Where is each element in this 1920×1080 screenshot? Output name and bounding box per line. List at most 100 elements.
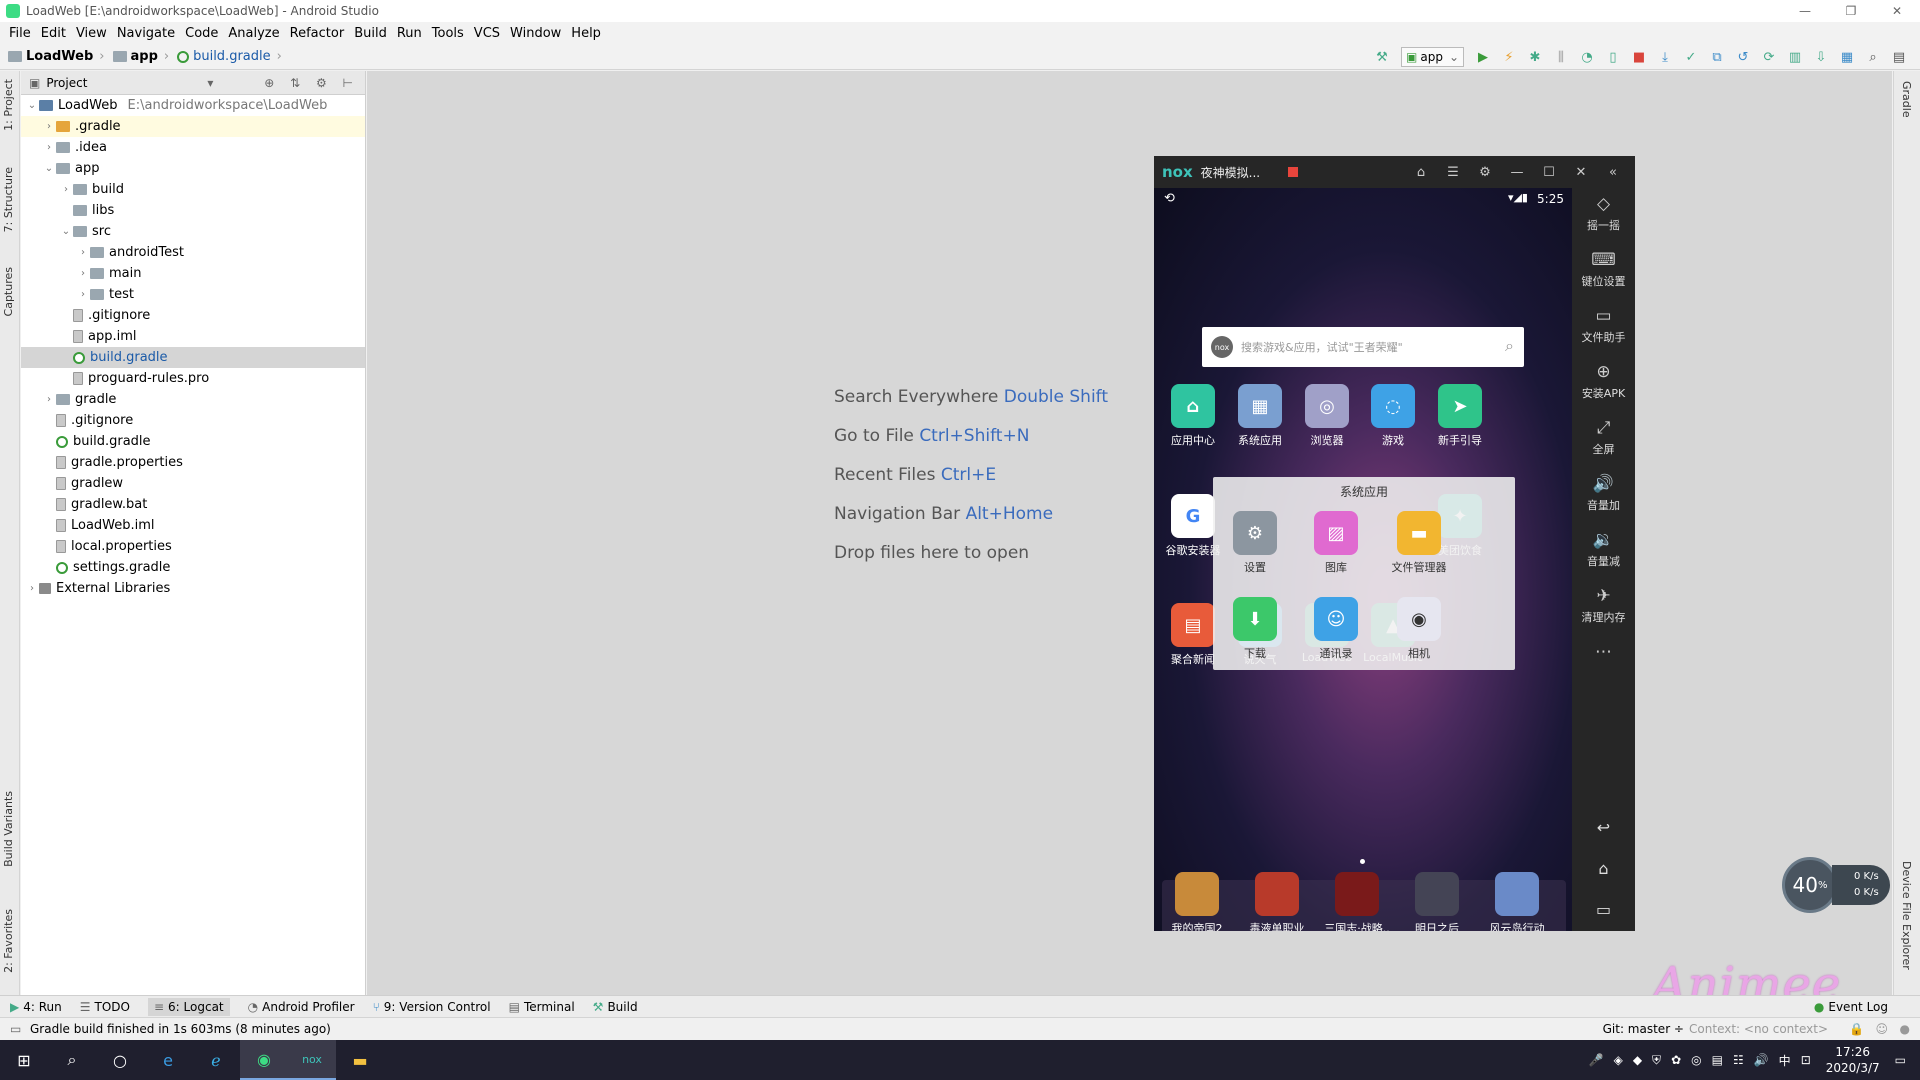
inspector-icon[interactable]: ☺	[1875, 1022, 1888, 1036]
menu-build[interactable]: Build	[354, 26, 387, 41]
shield-icon[interactable]: ⛨	[1652, 1053, 1661, 1068]
edge-browser-icon[interactable]: e	[144, 1040, 192, 1080]
tree-item[interactable]: › External Libraries	[21, 578, 365, 599]
emu-close-icon[interactable]: ✕	[1565, 165, 1597, 180]
nox-taskbar-icon[interactable]: nox	[288, 1040, 336, 1080]
folder-app[interactable]: ◉ 相机	[1383, 597, 1455, 661]
tree-item[interactable]: › test	[21, 284, 365, 305]
emulator-side-button[interactable]: 🔊 音量加	[1572, 474, 1635, 513]
tree-item[interactable]: build.gradle	[21, 431, 365, 452]
collapse-sidebar-icon[interactable]: «	[1597, 165, 1629, 180]
vcs-commit-icon[interactable]: ✓	[1680, 47, 1702, 67]
run-icon[interactable]: ▶	[1472, 47, 1494, 67]
stop-icon[interactable]: ■	[1628, 47, 1650, 67]
emulator-side-button[interactable]: ◇ 摇一摇	[1572, 194, 1635, 233]
notifications-icon[interactable]: ●	[1900, 1022, 1910, 1036]
tree-item[interactable]: › .idea	[21, 137, 365, 158]
chevron-down-icon[interactable]: ⌄	[42, 163, 56, 174]
android-studio-taskbar-icon[interactable]: ◉	[240, 1040, 288, 1080]
dock-app[interactable]: 明日之后	[1402, 872, 1472, 931]
emulator-side-button[interactable]: ✈ 清理内存	[1572, 586, 1635, 625]
close-button[interactable]: ✕	[1874, 0, 1920, 22]
folder-app[interactable]: ▬ 文件管理器	[1383, 511, 1455, 575]
chevron-right-icon[interactable]: ›	[42, 142, 56, 153]
emulator-side-button[interactable]: ⌨ 键位设置	[1572, 250, 1635, 289]
home-app[interactable]: ◌ 游戏	[1358, 384, 1428, 448]
emu-maximize-icon[interactable]: ☐	[1533, 165, 1565, 180]
tree-item[interactable]: libs	[21, 200, 365, 221]
menu-tools[interactable]: Tools	[432, 26, 464, 41]
tree-item[interactable]: gradlew	[21, 473, 365, 494]
chevron-right-icon[interactable]: ›	[25, 583, 39, 594]
windows-start-icon[interactable]: ⊞	[0, 1040, 48, 1080]
chevron-down-icon[interactable]: ⌄	[25, 100, 39, 111]
tab-structure[interactable]: 7: Structure	[2, 167, 15, 232]
vcs-update-icon[interactable]: ⤓	[1654, 47, 1676, 67]
network-icon[interactable]: ☷	[1733, 1053, 1744, 1067]
maximize-button[interactable]: ❐	[1828, 0, 1874, 22]
app-search-input[interactable]: nox 搜索游戏&应用，试试"王者荣耀" ⌕	[1202, 327, 1524, 367]
tree-item[interactable]: › .gradle	[21, 116, 365, 137]
apply-changes-icon[interactable]: ⚡	[1498, 47, 1520, 67]
breadcrumb-module[interactable]: app ›	[112, 49, 169, 64]
profile-icon[interactable]: ⫼	[1550, 47, 1572, 67]
menu-run[interactable]: Run	[397, 26, 422, 41]
chevron-right-icon[interactable]: ›	[76, 289, 90, 300]
tab-device-file-explorer[interactable]: Device File Explorer	[1900, 861, 1913, 970]
emulator-side-button[interactable]: 🔉 音量减	[1572, 530, 1635, 569]
menu-analyze[interactable]: Analyze	[228, 26, 279, 41]
tab-gradle[interactable]: Gradle	[1900, 81, 1913, 118]
sync-gradle-icon[interactable]: ⟳	[1758, 47, 1780, 67]
tree-item[interactable]: › androidTest	[21, 242, 365, 263]
chevron-right-icon[interactable]: ›	[42, 394, 56, 405]
vcs-revert-icon[interactable]: ↺	[1732, 47, 1754, 67]
mic-icon[interactable]: 🎤	[1589, 1053, 1604, 1067]
tab-project[interactable]: 1: Project	[2, 79, 15, 131]
menu-refactor[interactable]: Refactor	[290, 26, 345, 41]
layout-icon[interactable]: ▤	[1888, 47, 1910, 67]
tree-item[interactable]: build.gradle	[21, 347, 365, 368]
dock-app[interactable]: 三国志·战略..	[1322, 872, 1392, 931]
menu-help[interactable]: Help	[571, 26, 601, 41]
dock-app[interactable]: 我的帝国2	[1162, 872, 1232, 931]
file-explorer-icon[interactable]: ▬	[336, 1040, 384, 1080]
chevron-right-icon[interactable]: ›	[59, 184, 73, 195]
menu-edit[interactable]: Edit	[41, 26, 66, 41]
tree-item[interactable]: ⌄ LoadWeb E:\androidworkspace\LoadWeb	[21, 95, 365, 116]
home-app[interactable]: ◎ 浏览器	[1292, 384, 1362, 448]
chevron-down-icon[interactable]: ⌄	[59, 226, 73, 237]
tab-version-control[interactable]: ⑂ 9: Version Control	[373, 1000, 491, 1014]
tree-item[interactable]: .gitignore	[21, 410, 365, 431]
nox-tray-icon[interactable]: ◎	[1691, 1053, 1701, 1067]
emulator-side-button[interactable]: ▭ 文件助手	[1572, 306, 1635, 345]
emulator-side-button[interactable]: ⤢ 全屏	[1572, 418, 1635, 457]
avd-manager-icon[interactable]: ▥	[1784, 47, 1806, 67]
minimize-button[interactable]: —	[1782, 0, 1828, 22]
tab-terminal[interactable]: ▤ Terminal	[509, 1000, 575, 1014]
network-speed-widget[interactable]: 40% 0 K/s 0 K/s	[1782, 857, 1892, 913]
status-toggle-icon[interactable]: ▭	[10, 1022, 21, 1036]
folder-app[interactable]: ⚙ 设置	[1219, 511, 1291, 575]
android-screen[interactable]: ⟲ ▾◢▮ 5:25 nox 搜索游戏&应用，试试"王者荣耀" ⌕ ⌂ 应用中心 ▦…	[1154, 188, 1572, 931]
sdk-manager-icon[interactable]: ⇩	[1810, 47, 1832, 67]
tab-android-profiler[interactable]: ◔ Android Profiler	[248, 1000, 355, 1014]
project-view-label[interactable]: Project	[46, 76, 87, 90]
menu-window[interactable]: Window	[510, 26, 561, 41]
emulator-side-button[interactable]: ⋯	[1572, 642, 1635, 665]
tray-app-icon[interactable]: ▤	[1712, 1053, 1723, 1067]
attach-process-icon[interactable]: ▯	[1602, 47, 1624, 67]
event-log-tab[interactable]: ● Event Log	[1814, 1000, 1888, 1014]
project-structure-icon[interactable]: ▦	[1836, 47, 1858, 67]
chevron-down-icon[interactable]: ▾	[207, 76, 213, 90]
tree-item[interactable]: local.properties	[21, 536, 365, 557]
tree-item[interactable]: settings.gradle	[21, 557, 365, 578]
tree-item[interactable]: gradlew.bat	[21, 494, 365, 515]
menu-view[interactable]: View	[76, 26, 107, 41]
tree-item[interactable]: › main	[21, 263, 365, 284]
vcs-compare-icon[interactable]: ⧉	[1706, 47, 1728, 67]
attach-debugger-icon[interactable]: ◔	[1576, 47, 1598, 67]
tab-todo[interactable]: ☰ TODO	[80, 1000, 130, 1014]
back-icon[interactable]: ↩	[1572, 818, 1635, 837]
dock-app[interactable]: 毒液单职业	[1242, 872, 1312, 931]
home-app[interactable]: ⌂ 应用中心	[1158, 384, 1228, 448]
